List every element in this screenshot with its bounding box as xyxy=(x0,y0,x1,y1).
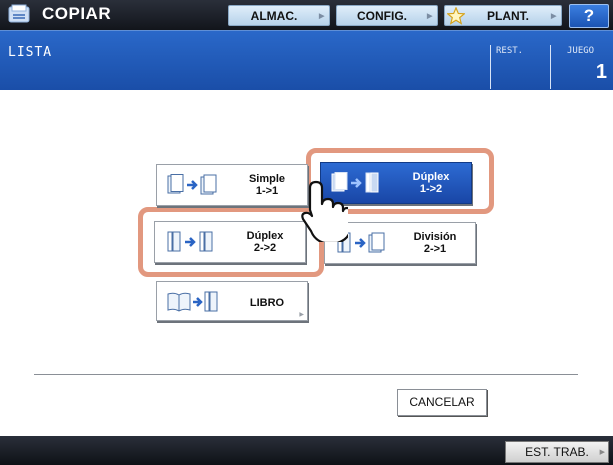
duplex-2-2-button[interactable]: Dúplex 2->2 xyxy=(154,221,306,263)
est-trab-button[interactable]: EST. TRAB. ▶ xyxy=(505,441,609,463)
almac-button[interactable]: ALMAC. ▶ xyxy=(228,5,330,26)
duplex-2-2-sub-label: 2->2 xyxy=(253,242,277,254)
rest-label: REST. xyxy=(496,46,524,56)
page-title: LISTA xyxy=(8,45,53,60)
arrow-right-icon: ▶ xyxy=(299,312,304,318)
simple-label: Simple xyxy=(248,173,286,185)
divider-line xyxy=(34,374,578,375)
app-title: COPIAR xyxy=(42,4,112,23)
star-icon xyxy=(447,6,465,25)
est-trab-label: EST. TRAB. xyxy=(525,445,589,459)
juego-separator xyxy=(550,45,551,89)
config-label: CONFIG. xyxy=(357,8,407,23)
plant-button[interactable]: PLANT. ▶ xyxy=(444,5,562,26)
duplex-1-2-label: Dúplex xyxy=(412,171,450,183)
arrow-right-icon: ▶ xyxy=(427,12,433,20)
duplex-2-2-icon xyxy=(167,231,213,252)
book-icon xyxy=(167,291,218,312)
libro-label: LIBRO xyxy=(249,297,285,309)
plant-label: PLANT. xyxy=(487,8,529,23)
arrow-right-icon: ▶ xyxy=(319,12,325,20)
duplex-1-2-sub-label: 1->2 xyxy=(419,183,443,195)
juego-value: 1 xyxy=(595,61,607,83)
division-label: División xyxy=(413,231,457,243)
pointing-hand-icon xyxy=(301,180,348,242)
libro-button[interactable]: LIBRO ▶ xyxy=(156,281,308,321)
arrow-right-icon: ▶ xyxy=(599,449,605,456)
copier-icon xyxy=(8,4,30,23)
simple-1-1-button[interactable]: Simple 1->1 xyxy=(156,164,308,206)
simple-copy-icon xyxy=(167,174,217,195)
config-button[interactable]: CONFIG. ▶ xyxy=(336,5,438,26)
division-sub-label: 2->1 xyxy=(423,243,447,255)
status-band: LISTA REST. JUEGO 1 xyxy=(0,30,613,90)
duplex-2-2-label: Dúplex xyxy=(246,230,284,242)
juego-label: JUEGO xyxy=(567,46,595,56)
help-button[interactable]: ? xyxy=(569,4,609,28)
simple-sub-label: 1->1 xyxy=(255,185,279,197)
arrow-right-icon: ▶ xyxy=(551,12,557,20)
cancel-button[interactable]: CANCELAR xyxy=(397,389,487,416)
rest-separator xyxy=(490,45,491,89)
almac-label: ALMAC. xyxy=(250,8,298,23)
top-bar: COPIAR ALMAC. ▶ CONFIG. ▶ PLANT. ▶ ? xyxy=(0,0,613,30)
